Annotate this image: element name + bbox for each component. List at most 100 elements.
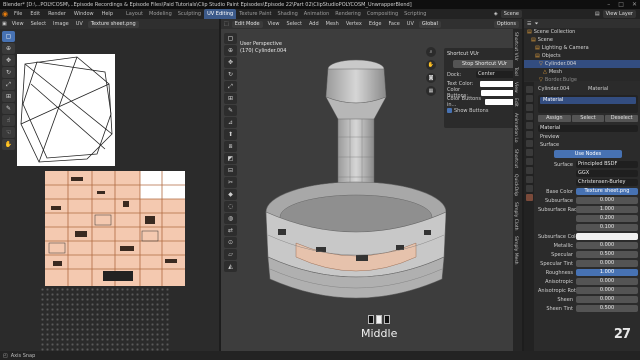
vp-menu-add[interactable]: Add [307,21,321,27]
sheen-field[interactable]: 0.000 [576,296,638,303]
subsurface-field[interactable]: 0.000 [576,197,638,204]
uv-editor-type-icon[interactable]: ▣ [2,21,7,27]
relax-tool-icon[interactable]: ☜ [2,127,15,138]
output-props-icon[interactable] [525,104,533,111]
maximize-button[interactable]: □ [618,1,624,8]
tower-mesh-model[interactable] [256,47,447,329]
move-tool-icon[interactable]: ✥ [2,55,15,66]
uv-menu-view[interactable]: View [10,21,26,27]
vp-smooth-tool-icon[interactable]: ◍ [224,213,237,224]
view-layer-field[interactable]: View Layer [602,10,636,18]
tab-scripting[interactable]: Scripting [401,9,429,19]
vp-edgeslide-tool-icon[interactable]: ⇄ [224,225,237,236]
text-color-swatch[interactable] [480,80,516,87]
metallic-field[interactable]: 0.000 [576,242,638,249]
menu-window[interactable]: Window [70,11,98,17]
material-slot[interactable]: Material [540,97,636,104]
scene-props-icon[interactable] [525,122,533,129]
constraints-props-icon[interactable] [525,176,533,183]
annotate-tool-icon[interactable]: ✎ [2,103,15,114]
view-layer-props-icon[interactable] [525,113,533,120]
outliner-row[interactable]: ▤ Objects [524,52,640,60]
pinch-tool-icon[interactable]: ✋ [2,139,15,150]
outliner-filter-icon[interactable]: ⏷ [534,21,538,27]
tab-quickdrip[interactable]: QuickDrip [513,171,518,199]
checkbox-checked-icon[interactable] [447,108,452,113]
deselect-button[interactable]: Deselect [605,115,639,122]
subsurface-method-select[interactable]: Christensen-Burley [576,179,638,186]
surface-section[interactable]: Surface [538,141,638,149]
vp-rip-tool-icon[interactable]: ◭ [224,261,237,272]
subsurface-radius-y[interactable]: 0.200 [576,215,638,222]
vp-loopcut-tool-icon[interactable]: ⊟ [224,165,237,176]
pan-hand-icon[interactable]: ✋ [426,60,436,70]
tab-animation-lo[interactable]: Animation Lo [513,110,518,146]
vp-move-tool-icon[interactable]: ✥ [224,57,237,68]
specular-tint-field[interactable]: 0.000 [576,260,638,267]
mode-selector[interactable]: Edit Mode [231,20,263,28]
color-buttons-swatch[interactable] [481,89,516,96]
vp-shear-tool-icon[interactable]: ▱ [224,249,237,260]
vp-menu-vertex[interactable]: Vertex [344,21,364,27]
orientation-selector[interactable]: Global [418,20,441,28]
show-buttons-checkbox[interactable]: Show Buttons [447,106,516,115]
tab-simply-mesh[interactable]: Simply Mesh [513,233,518,268]
tool-props-icon[interactable] [525,86,533,93]
uv-menu-uv[interactable]: UV [74,21,85,27]
outliner-row-selected[interactable]: ▽ Cylinder.004 [524,60,640,68]
tab-rendering[interactable]: Rendering [332,9,364,19]
data-props-icon[interactable] [525,185,533,192]
vp-menu-select[interactable]: Select [285,21,304,27]
vp-menu-face[interactable]: Face [386,21,401,27]
menu-file[interactable]: File [10,11,26,17]
stop-shortcut-button[interactable]: Stop Shortcut VUr [453,60,516,68]
specular-field[interactable]: 0.500 [576,251,638,258]
select-box-tool-icon[interactable]: ▢ [2,31,15,42]
tab-shortcut[interactable]: Shortcut [513,146,518,171]
subsurface-radius-z[interactable]: 0.100 [576,224,638,231]
modifier-props-icon[interactable] [525,149,533,156]
anisotropic-rotation-field[interactable]: 0.000 [576,287,638,294]
vp-cursor-tool-icon[interactable]: ⊕ [224,45,237,56]
scene-field[interactable]: Scene [500,10,522,18]
select-button[interactable]: Select [571,115,605,122]
vp-menu-view[interactable]: View [266,21,282,27]
sheen-tint-field[interactable]: 0.500 [576,305,638,312]
assign-button[interactable]: Assign [538,115,571,122]
scale-tool-icon[interactable]: ⤢ [2,79,15,90]
subsurface-radius-x[interactable]: 1.000 [576,206,638,213]
viewport-type-icon[interactable]: ⬚ [224,21,229,27]
grab-tool-icon[interactable]: ☝ [2,115,15,126]
uv-editor[interactable]: ▣ View Select Image UV Texture sheet.png… [0,19,219,351]
close-button[interactable]: ✕ [632,1,637,8]
surface-shader-field[interactable]: Principled BSDF [576,161,638,168]
vp-bevel-tool-icon[interactable]: ◩ [224,153,237,164]
camera-view-icon[interactable]: ◙ [426,73,436,83]
minimize-button[interactable]: – [607,1,610,8]
vp-scale-tool-icon[interactable]: ⤢ [224,81,237,92]
outliner[interactable]: ☰ ⏷ ▤ Scene Collection ▤ Scene ▤ Lighting &… [524,19,640,83]
tab-modeling[interactable]: Modeling [146,9,175,19]
object-props-icon[interactable] [525,140,533,147]
distribution-select[interactable]: GGX [576,170,638,177]
ortho-toggle-icon[interactable]: ▦ [426,86,436,96]
tab-compositing[interactable]: Compositing [364,9,401,19]
menu-render[interactable]: Render [44,11,70,17]
vp-rotate-tool-icon[interactable]: ↻ [224,69,237,80]
transform-tool-icon[interactable]: ⊞ [2,91,15,102]
image-selector[interactable]: Texture sheet.png [87,20,139,28]
vp-menu-uv[interactable]: UV [405,21,416,27]
world-props-icon[interactable] [525,131,533,138]
vp-menu-edge[interactable]: Edge [367,21,384,27]
use-nodes-button[interactable]: Use Nodes [554,150,622,158]
rotate-tool-icon[interactable]: ↻ [2,67,15,78]
options-dropdown[interactable]: Options [493,20,519,28]
vp-menu-mesh[interactable]: Mesh [324,21,341,27]
base-color-field[interactable]: Texture sheet.png [576,188,638,195]
tab-layout[interactable]: Layout [123,9,146,19]
cursor-tool-icon[interactable]: ⊕ [2,43,15,54]
material-props-icon[interactable] [525,194,533,201]
zoom-icon[interactable]: ⌕ [426,47,436,57]
vp-polybuild-tool-icon[interactable]: ◆ [224,189,237,200]
outliner-type-icon[interactable]: ☰ [527,21,531,27]
